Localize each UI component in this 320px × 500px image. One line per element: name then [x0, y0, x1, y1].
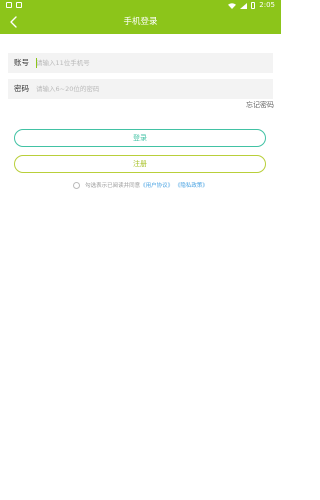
app-notification-icon: [16, 2, 22, 8]
wifi-icon: [228, 2, 237, 9]
status-indicators: 2:05: [228, 0, 275, 11]
notification-icons: [6, 2, 22, 8]
user-agreement-link[interactable]: 《用户协议》: [140, 183, 173, 189]
register-button[interactable]: 注册: [14, 155, 266, 173]
login-button[interactable]: 登录: [14, 129, 266, 147]
signal-icon: [240, 2, 248, 9]
image-notification-icon: [6, 2, 12, 8]
account-input[interactable]: [36, 55, 266, 71]
status-time: 2:05: [259, 1, 275, 9]
password-field[interactable]: 密码: [8, 79, 273, 99]
page-title: 手机登录: [123, 17, 158, 27]
battery-icon: [251, 2, 256, 9]
password-label: 密码: [14, 84, 29, 93]
agreement-row: 勾选表示已阅读并同意《用户协议》 《隐私政策》: [0, 181, 281, 191]
app-bar: 手机登录: [0, 11, 281, 34]
status-bar: 2:05: [0, 0, 281, 11]
account-field[interactable]: 账号: [8, 53, 273, 73]
forgot-password-link[interactable]: 忘记密码: [246, 100, 274, 110]
agreement-text: 勾选表示已阅读并同意: [85, 183, 141, 189]
account-label: 账号: [14, 58, 29, 67]
password-input[interactable]: [36, 81, 266, 97]
privacy-policy-link[interactable]: 《隐私政策》: [175, 183, 208, 189]
text-cursor: [36, 58, 37, 68]
agreement-radio[interactable]: [73, 182, 81, 189]
